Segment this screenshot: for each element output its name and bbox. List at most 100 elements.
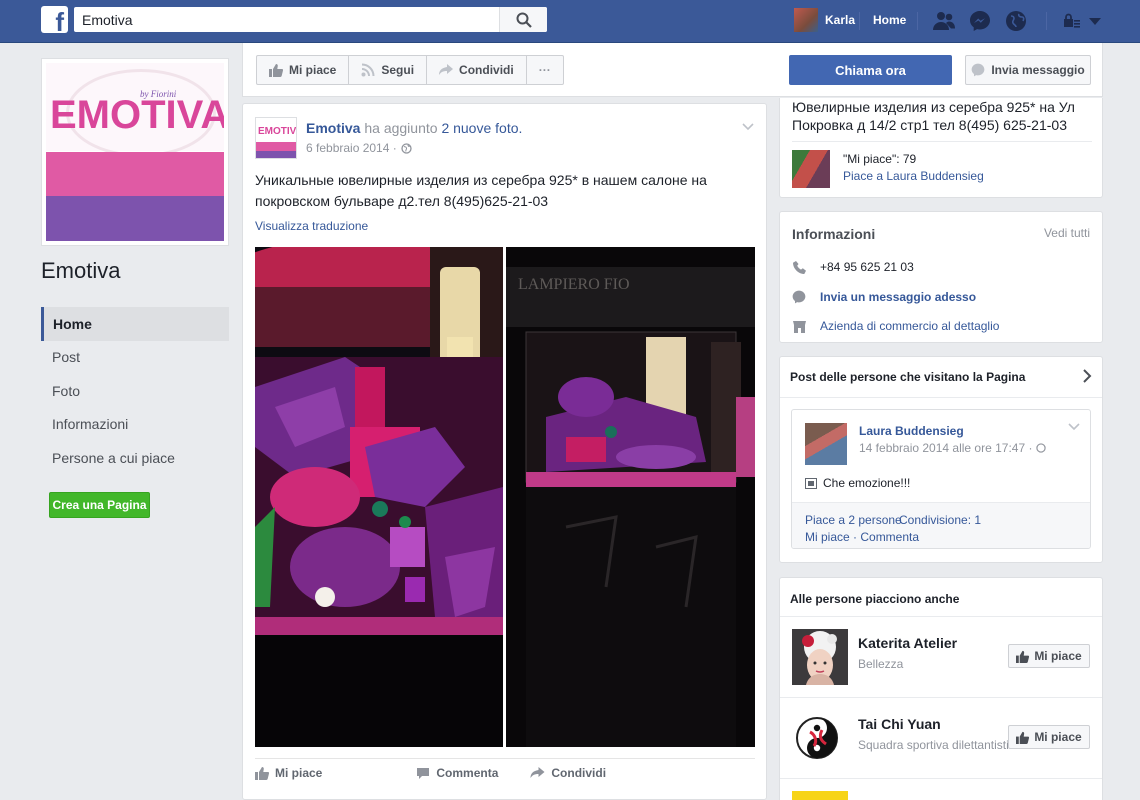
divider	[859, 12, 860, 30]
divider	[917, 12, 918, 30]
like-suggested-page-button[interactable]: Mi piace	[1008, 725, 1090, 749]
thumbs-up-icon	[1016, 731, 1030, 744]
send-message-button[interactable]: Invia messaggio	[965, 55, 1091, 85]
post-action-text: ha aggiunto	[364, 120, 438, 136]
user-name: Karla	[825, 13, 856, 27]
avatar[interactable]	[792, 791, 848, 800]
shop-icon	[792, 319, 806, 333]
post-header: Emotiva ha aggiunto 2 nuove foto.	[306, 120, 522, 136]
suggested-page: Katerita Atelier Bellezza Mi piace	[780, 617, 1102, 698]
like-label: Mi piace	[1034, 649, 1082, 663]
avatar	[794, 8, 818, 32]
messenger-icon[interactable]	[968, 9, 992, 33]
post-photo-2[interactable]: LAMPIERO FIO	[506, 247, 755, 747]
nav-item-post[interactable]: Post	[41, 341, 229, 375]
nav-item-foto[interactable]: Foto	[41, 374, 229, 408]
visitor-post-date-text: 14 febbraio 2014 alle ore 17:47 ·	[859, 441, 1033, 455]
phone-row[interactable]: +84 95 625 21 03	[792, 260, 914, 274]
top-navigation-bar: f Karla Home	[0, 0, 1140, 43]
follow-label: Segui	[381, 63, 415, 77]
suggested-page-name[interactable]: Katerita Atelier	[858, 635, 957, 651]
like-page-button[interactable]: Mi piace	[257, 56, 350, 84]
avatar[interactable]	[792, 710, 848, 766]
post-share-button[interactable]: Condividi	[530, 766, 606, 780]
visitor-post-text-label: Che emozione!!!	[823, 476, 911, 490]
message-label: Invia messaggio	[991, 63, 1085, 77]
post-share-label: Condividi	[551, 766, 607, 780]
avatar[interactable]	[792, 629, 848, 685]
call-now-button[interactable]: Chiama ora	[789, 55, 952, 85]
page-description: Ювелирные изделия из серебра 925* на Ул …	[792, 99, 1075, 133]
globe-icon	[1036, 443, 1047, 453]
post-options-chevron-icon[interactable]	[742, 120, 754, 134]
nav-item-informazioni[interactable]: Informazioni	[41, 408, 229, 442]
post-author-avatar[interactable]: EMOTIVA	[255, 117, 297, 159]
likes-count: "Mi piace": 79	[843, 152, 917, 166]
nav-item-home[interactable]: Home	[41, 307, 229, 341]
account-menu-caret-icon[interactable]	[1089, 15, 1101, 29]
emotiva-logo: EMOTIVA	[50, 93, 224, 137]
more-options-button[interactable]: ···	[527, 56, 563, 84]
visitor-name-link[interactable]: Laura Buddensieg	[859, 424, 964, 438]
profile-link[interactable]: Karla	[794, 8, 855, 32]
share-arrow-icon	[439, 64, 454, 75]
send-message-row[interactable]: Invia un messaggio adesso	[792, 290, 976, 304]
like-suggested-page-button[interactable]: Mi piace	[1008, 644, 1090, 668]
like-label: Mi piace	[289, 63, 337, 77]
post-date-text: 6 febbraio 2014 ·	[306, 141, 397, 155]
messenger-icon	[971, 63, 985, 77]
friend-avatar[interactable]	[792, 150, 830, 188]
post-comment-button[interactable]: Commenta	[416, 766, 498, 780]
avatar-logo-text: EMOTIVA	[258, 126, 296, 137]
suggested-page-name[interactable]: Tai Chi Yuan	[858, 716, 941, 732]
category-row[interactable]: Azienda di commercio al dettaglio	[792, 319, 999, 333]
phone-icon	[792, 260, 806, 274]
page-navigation: Home Post Foto Informazioni Persone a cu…	[41, 307, 229, 475]
messenger-icon	[792, 290, 806, 304]
search-box	[74, 7, 547, 32]
post-like-button[interactable]: Mi piace	[255, 766, 322, 780]
follow-button[interactable]: Segui	[349, 56, 428, 84]
post-photo-1[interactable]	[255, 247, 503, 747]
nav-item-persone[interactable]: Persone a cui piace	[41, 441, 229, 475]
info-title: Informazioni	[792, 226, 876, 242]
visitor-post-text: Che emozione!!!	[805, 476, 910, 490]
notifications-globe-icon[interactable]	[1004, 9, 1028, 33]
photo-icon	[805, 477, 817, 489]
home-link[interactable]: Home	[873, 13, 906, 27]
visitor-post-shares-link[interactable]: Condivisione: 1	[899, 513, 981, 527]
post-author-link[interactable]: Emotiva	[306, 120, 360, 136]
see-all-link[interactable]: Vedi tutti	[1044, 226, 1090, 240]
visitor-post-timestamp[interactable]: 14 febbraio 2014 alle ore 17:47 ·	[859, 441, 1047, 455]
info-card: Informazioni Vedi tutti +84 95 625 21 03…	[779, 211, 1103, 343]
search-input[interactable]	[74, 7, 499, 32]
suggested-page: Tai Chi Yuan Squadra sportiva dilettanti…	[780, 698, 1102, 779]
photos-link[interactable]: 2 nuove foto.	[441, 120, 522, 136]
privacy-lock-icon[interactable]	[1063, 12, 1081, 31]
visitor-post-likes-link[interactable]: Piace a 2 persone	[805, 513, 902, 527]
page-profile-picture[interactable]: EMOTIVA by Fiorini	[41, 58, 229, 246]
share-arrow-icon	[530, 767, 545, 778]
see-translation-link[interactable]: Visualizza traduzione	[255, 219, 368, 233]
facebook-logo-icon[interactable]: f	[41, 6, 68, 35]
visitor-posts-title[interactable]: Post delle persone che visitano la Pagin…	[790, 370, 1025, 384]
share-page-button[interactable]: Condividi	[427, 56, 527, 84]
share-label: Condividi	[459, 63, 514, 77]
visitor-posts-card: Post delle persone che visitano la Pagin…	[779, 356, 1103, 563]
visitor-post-actions[interactable]: Mi piace · Commenta	[805, 530, 919, 544]
visitor-post: Laura Buddensieg 14 febbraio 2014 alle o…	[791, 409, 1091, 549]
friend-requests-icon[interactable]	[932, 9, 956, 33]
thumbs-up-icon	[1016, 650, 1030, 663]
create-page-button[interactable]: Crea una Pagina	[49, 492, 150, 518]
post-timestamp[interactable]: 6 febbraio 2014 ·	[306, 141, 412, 155]
logo-byline: by Fiorini	[140, 89, 177, 99]
search-icon	[516, 12, 532, 28]
page-title[interactable]: Emotiva	[41, 258, 120, 284]
chevron-right-icon[interactable]	[1082, 368, 1092, 387]
post-options-chevron-icon[interactable]	[1068, 420, 1080, 434]
search-button[interactable]	[499, 7, 547, 32]
also-like-card: Alle persone piacciono anche Katerita At…	[779, 577, 1103, 800]
rss-icon	[361, 63, 375, 77]
avatar[interactable]	[805, 423, 847, 465]
liked-by-link[interactable]: Piace a Laura Buddensieg	[843, 169, 984, 183]
